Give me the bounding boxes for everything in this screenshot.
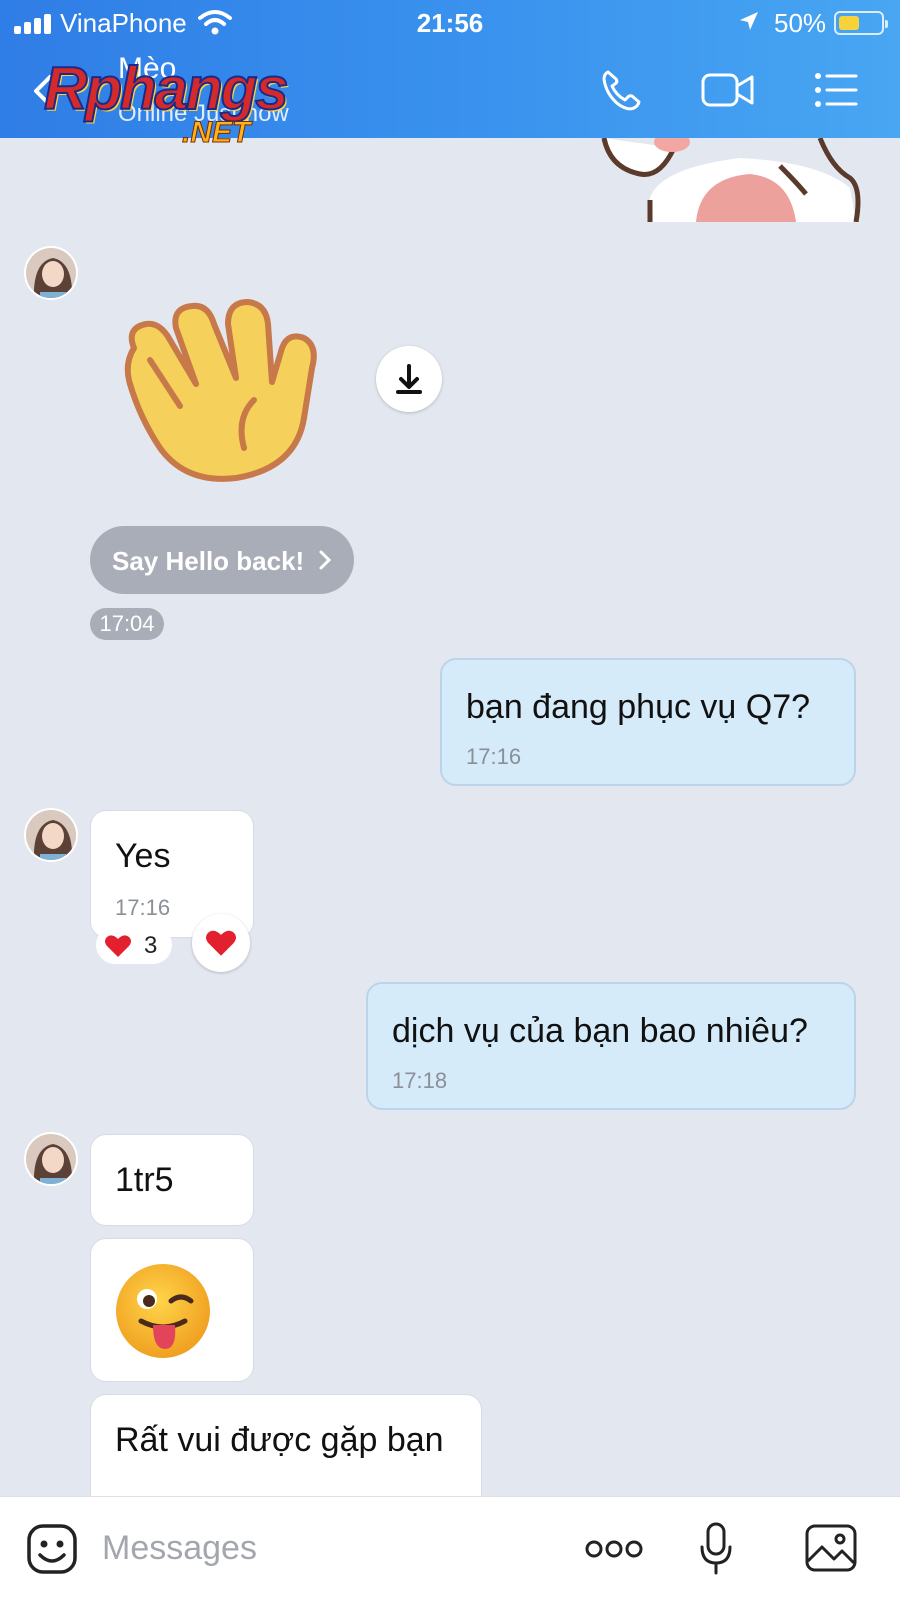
- message-text: bạn đang phục vụ Q7?: [466, 688, 811, 726]
- clock: 21:56: [416, 8, 484, 38]
- chevron-right-icon: [319, 550, 332, 570]
- message-input[interactable]: Messages: [102, 1529, 257, 1568]
- outgoing-message[interactable]: dịch vụ của bạn bao nhiêu? 17:18: [366, 982, 856, 1110]
- watermark-main: Rphangs: [43, 54, 290, 123]
- incoming-message[interactable]: 1tr5: [90, 1134, 254, 1226]
- contact-avatar[interactable]: [24, 246, 78, 300]
- battery-icon: [834, 11, 888, 35]
- message-text: Yes: [115, 837, 171, 875]
- video-call-icon[interactable]: [700, 66, 756, 114]
- contact-avatar[interactable]: [24, 808, 78, 862]
- message-time: 17:16: [115, 895, 171, 920]
- download-button[interactable]: [376, 346, 442, 412]
- message-text: dịch vụ của bạn bao nhiêu?: [392, 1012, 808, 1050]
- status-bar: VinaPhone 21:56 50%: [0, 0, 900, 46]
- menu-icon[interactable]: [812, 66, 860, 114]
- heart-icon: [105, 935, 131, 957]
- react-button[interactable]: [192, 914, 250, 972]
- incoming-message[interactable]: Rất vui được gặp bạn: [90, 1394, 482, 1496]
- message-composer: Messages: [0, 1496, 900, 1600]
- incoming-emoji-message[interactable]: [90, 1238, 254, 1382]
- outgoing-message[interactable]: bạn đang phục vụ Q7? 17:16: [440, 658, 856, 786]
- message-time: 17:18: [392, 1068, 448, 1093]
- message-time: 17:16: [466, 744, 522, 769]
- message-time: 17:04: [90, 608, 164, 640]
- more-icon[interactable]: [584, 1537, 644, 1561]
- phone-icon[interactable]: [598, 66, 646, 114]
- say-hello-label: Say Hello back!: [112, 546, 305, 576]
- microphone-icon[interactable]: [698, 1521, 734, 1577]
- say-hello-back-button[interactable]: Say Hello back!: [90, 526, 354, 594]
- location-arrow-icon: [740, 12, 758, 30]
- download-icon: [396, 364, 422, 394]
- chat-header: VinaPhone 21:56 50% Mèo Online Just now …: [0, 0, 900, 150]
- message-text: 1tr5: [115, 1161, 174, 1199]
- reaction-summary[interactable]: 3: [96, 926, 172, 964]
- image-icon[interactable]: [804, 1523, 858, 1573]
- winking-tongue-emoji: [116, 1264, 210, 1358]
- message-text: Rất vui được gặp bạn: [115, 1421, 444, 1459]
- emoji-icon[interactable]: [26, 1523, 78, 1575]
- battery-percentage: 50%: [774, 8, 827, 38]
- reaction-count: 3: [144, 932, 158, 959]
- heart-icon: [206, 930, 236, 956]
- message-list[interactable]: Say Hello back! 17:04 bạn đang phục vụ Q…: [0, 138, 900, 1496]
- bunny-sticker[interactable]: [600, 138, 880, 222]
- wave-sticker[interactable]: [116, 288, 326, 488]
- contact-avatar[interactable]: [24, 1132, 78, 1186]
